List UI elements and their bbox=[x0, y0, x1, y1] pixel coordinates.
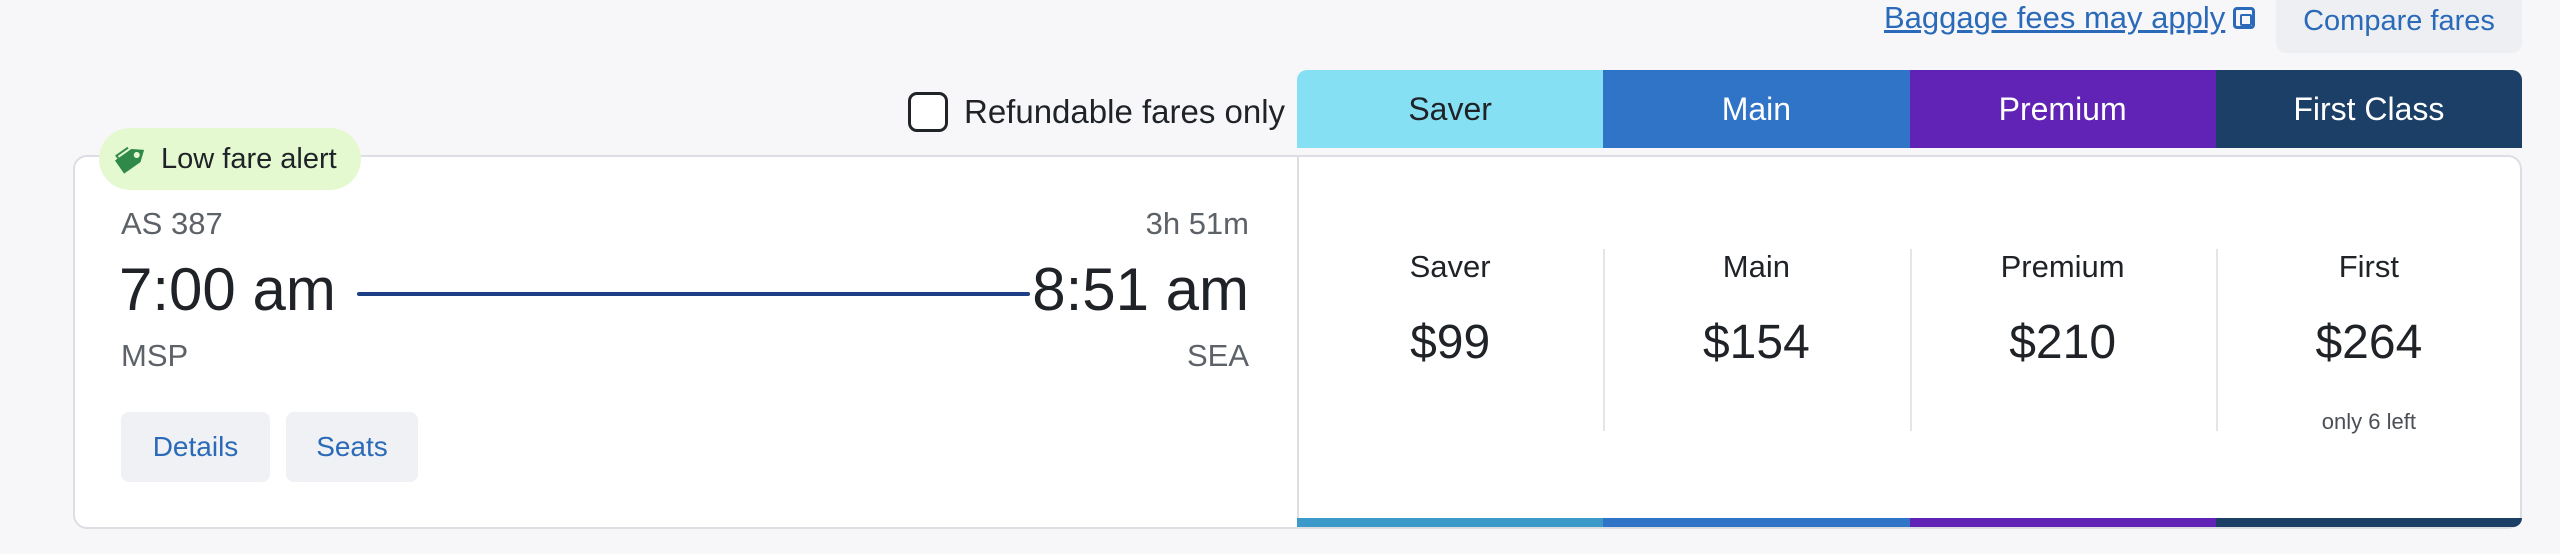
fare-color-bar bbox=[1297, 518, 1604, 527]
fare-name: First bbox=[2338, 249, 2399, 284]
fare-color-bar bbox=[2215, 518, 2522, 527]
baggage-fees-label: Baggage fees may apply bbox=[1884, 0, 2226, 35]
flight-number: AS 387 bbox=[121, 206, 223, 241]
tag-icon bbox=[114, 146, 145, 174]
fare-note: only 6 left bbox=[2321, 409, 2416, 434]
fare-prices: Saver $99 Main $154 Premium $210 First $… bbox=[1297, 157, 2522, 527]
refundable-label: Refundable fares only bbox=[964, 93, 1286, 130]
fare-name: Saver bbox=[1409, 249, 1491, 284]
tab-main[interactable]: Main bbox=[1603, 70, 1910, 148]
fare-option-premium[interactable]: Premium $210 bbox=[1909, 157, 2216, 527]
flight-results-page: Baggage fees may apply Compare fares Ref… bbox=[0, 0, 2560, 554]
arrival-time: 8:51 am bbox=[1032, 256, 1249, 323]
route-line bbox=[357, 292, 1030, 296]
origin-airport: MSP bbox=[121, 338, 189, 373]
details-button[interactable]: Details bbox=[121, 412, 270, 482]
fare-name: Premium bbox=[2000, 249, 2125, 284]
fare-option-saver[interactable]: Saver $99 bbox=[1297, 157, 1604, 527]
refundable-filter[interactable]: Refundable fares only bbox=[908, 92, 1285, 132]
departure-time: 7:00 am bbox=[119, 256, 336, 323]
flight-duration: 3h 51m bbox=[1145, 206, 1249, 241]
fare-price: $154 bbox=[1702, 316, 1810, 369]
destination-airport: SEA bbox=[1186, 338, 1249, 373]
fare-name: Main bbox=[1722, 249, 1790, 284]
baggage-fees-link[interactable]: Baggage fees may apply bbox=[1884, 0, 2256, 36]
low-fare-alert-badge: Low fare alert bbox=[99, 128, 361, 190]
fare-color-bar bbox=[1603, 518, 1910, 527]
tab-first-class[interactable]: First Class bbox=[2215, 70, 2522, 148]
fare-option-main[interactable]: Main $154 bbox=[1603, 157, 1910, 527]
fare-price: $210 bbox=[2009, 316, 2117, 369]
tab-saver[interactable]: Saver bbox=[1297, 70, 1604, 148]
fare-option-first[interactable]: First $264 only 6 left bbox=[2215, 157, 2522, 527]
fare-price: $99 bbox=[1410, 316, 1491, 369]
external-link-icon bbox=[2233, 7, 2256, 29]
seats-button[interactable]: Seats bbox=[286, 412, 418, 482]
compare-fares-button[interactable]: Compare fares bbox=[2276, 0, 2522, 53]
fare-price: $264 bbox=[2315, 316, 2423, 369]
refundable-checkbox[interactable] bbox=[908, 92, 948, 132]
fare-color-bar bbox=[1909, 518, 2216, 527]
fare-class-tabs: Saver Main Premium First Class bbox=[1297, 70, 2522, 148]
alert-label: Low fare alert bbox=[161, 142, 337, 175]
tab-premium[interactable]: Premium bbox=[1909, 70, 2216, 148]
